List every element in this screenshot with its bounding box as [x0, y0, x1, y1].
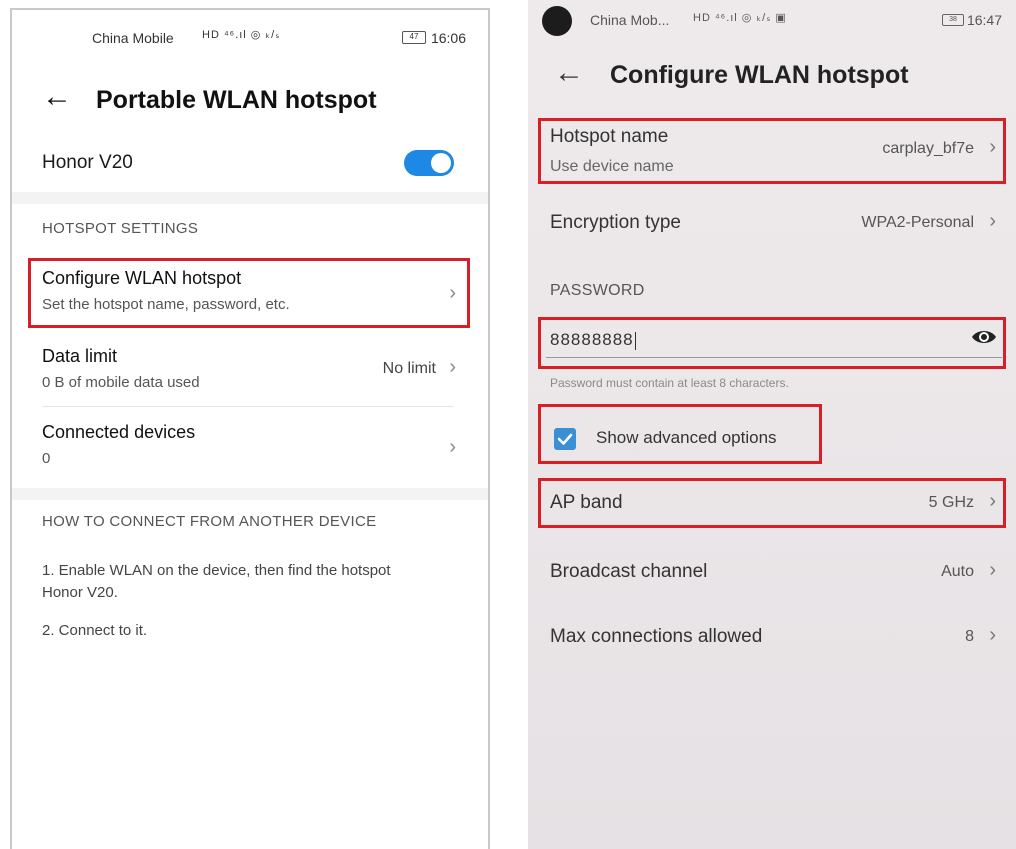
connected-devices-row[interactable]: Connected devices 0 › — [12, 422, 488, 482]
clock: 16:06 — [430, 30, 466, 46]
battery-icon: 38 — [942, 14, 964, 26]
data-limit-row[interactable]: Data limit 0 B of mobile data used No li… — [12, 346, 488, 406]
page-title: Portable WLAN hotspot — [96, 86, 377, 114]
instruction-step-2: 2. Connect to it. — [42, 622, 148, 639]
connected-devices-title: Connected devices — [42, 422, 196, 442]
chevron-right-icon: › — [989, 624, 996, 646]
chevron-right-icon: › — [989, 559, 996, 581]
broadcast-channel-value: Auto — [941, 563, 974, 580]
toggle-knob — [431, 153, 451, 173]
eye-icon[interactable] — [970, 326, 998, 353]
broadcast-channel-title: Broadcast channel — [550, 561, 708, 582]
checkbox-checked-icon[interactable] — [554, 428, 576, 450]
text-cursor — [634, 331, 636, 350]
section-divider — [12, 192, 488, 204]
max-connections-row[interactable]: Max connections allowed 8 › — [528, 624, 1016, 654]
encryption-type-value: WPA2-Personal — [861, 214, 974, 231]
broadcast-channel-row[interactable]: Broadcast channel Auto › — [528, 559, 1016, 589]
show-advanced-options-label[interactable]: Show advanced options — [596, 428, 777, 448]
data-limit-subtitle: 0 B of mobile data used — [42, 374, 200, 391]
configure-wlan-title: Configure WLAN hotspot — [42, 268, 242, 288]
carrier-label: China Mobile — [92, 30, 174, 46]
section-header-hotspot-settings: HOTSPOT SETTINGS — [42, 220, 199, 237]
hotspot-name-subtitle: Use device name — [550, 158, 674, 175]
signal-icons: HD ⁴⁶.ıl ◎ ₖ/ₛ — [202, 29, 281, 41]
hotspot-toggle-switch[interactable] — [404, 150, 454, 176]
section-header-how-to-connect: HOW TO CONNECT FROM ANOTHER DEVICE — [42, 513, 377, 530]
configure-wlan-subtitle: Set the hotspot name, password, etc. — [42, 296, 290, 313]
back-arrow-icon[interactable]: ← — [42, 82, 72, 112]
section-header-password: PASSWORD — [550, 282, 645, 299]
left-phone-screen: China Mobile HD ⁴⁶.ıl ◎ ₖ/ₛ 47 16:06 ← P… — [10, 8, 490, 849]
chevron-right-icon: › — [449, 282, 456, 304]
row-divider — [42, 406, 454, 407]
instruction-step-1: 1. Enable WLAN on the device, then find … — [42, 562, 391, 601]
data-limit-title: Data limit — [42, 346, 118, 366]
password-field[interactable]: 88888888 — [546, 322, 1002, 358]
encryption-type-title: Encryption type — [550, 212, 681, 233]
battery-icon: 47 — [402, 31, 426, 44]
data-limit-value: No limit — [382, 360, 436, 377]
chevron-right-icon: › — [449, 436, 456, 458]
signal-icons: HD ⁴⁶.ıl ◎ ₖ/ₛ ▣ — [693, 12, 787, 24]
max-connections-value: 8 — [965, 628, 974, 645]
ap-band-value: 5 GHz — [928, 494, 974, 511]
check-mark-svg — [557, 433, 573, 445]
avatar — [542, 6, 572, 36]
chevron-right-icon: › — [449, 356, 456, 378]
encryption-type-row[interactable]: Encryption type WPA2-Personal › — [528, 210, 1016, 240]
app-bar: ← Portable WLAN hotspot — [12, 80, 488, 124]
status-bar: China Mobile HD ⁴⁶.ıl ◎ ₖ/ₛ 47 16:06 — [12, 28, 488, 52]
clock: 16:47 — [966, 12, 1002, 28]
ap-band-row[interactable]: AP band 5 GHz › — [528, 490, 1016, 520]
password-hint: Password must contain at least 8 charact… — [550, 376, 789, 390]
carrier-label: China Mob... — [590, 12, 670, 28]
right-phone-screen: China Mob... HD ⁴⁶.ıl ◎ ₖ/ₛ ▣ 38 16:47 ←… — [528, 0, 1016, 849]
eye-icon-svg — [972, 331, 996, 343]
app-bar: ← Configure WLAN hotspot — [528, 58, 1016, 98]
input-underline — [546, 357, 1002, 358]
chevron-right-icon: › — [989, 210, 996, 232]
status-bar: China Mob... HD ⁴⁶.ıl ◎ ₖ/ₛ ▣ 38 16:47 — [528, 6, 1016, 36]
ap-band-title: AP band — [550, 492, 623, 513]
password-text: 88888888 — [550, 330, 634, 349]
configure-wlan-row[interactable]: Configure WLAN hotspot Set the hotspot n… — [12, 268, 488, 328]
page-title: Configure WLAN hotspot — [610, 61, 909, 89]
password-value[interactable]: 88888888 — [550, 330, 636, 350]
hotspot-name-value: carplay_bf7e — [882, 140, 974, 157]
connected-devices-count: 0 — [42, 450, 51, 467]
hotspot-toggle-row[interactable]: Honor V20 — [12, 142, 488, 192]
hotspot-name-title: Hotspot name — [550, 126, 669, 147]
max-connections-title: Max connections allowed — [550, 626, 763, 647]
back-arrow-icon[interactable]: ← — [554, 58, 584, 88]
hotspot-name-row[interactable]: Hotspot name Use device name carplay_bf7… — [528, 124, 1016, 182]
section-divider — [12, 488, 488, 500]
chevron-right-icon: › — [989, 136, 996, 158]
hotspot-name-label: Honor V20 — [42, 152, 133, 173]
chevron-right-icon: › — [989, 490, 996, 512]
